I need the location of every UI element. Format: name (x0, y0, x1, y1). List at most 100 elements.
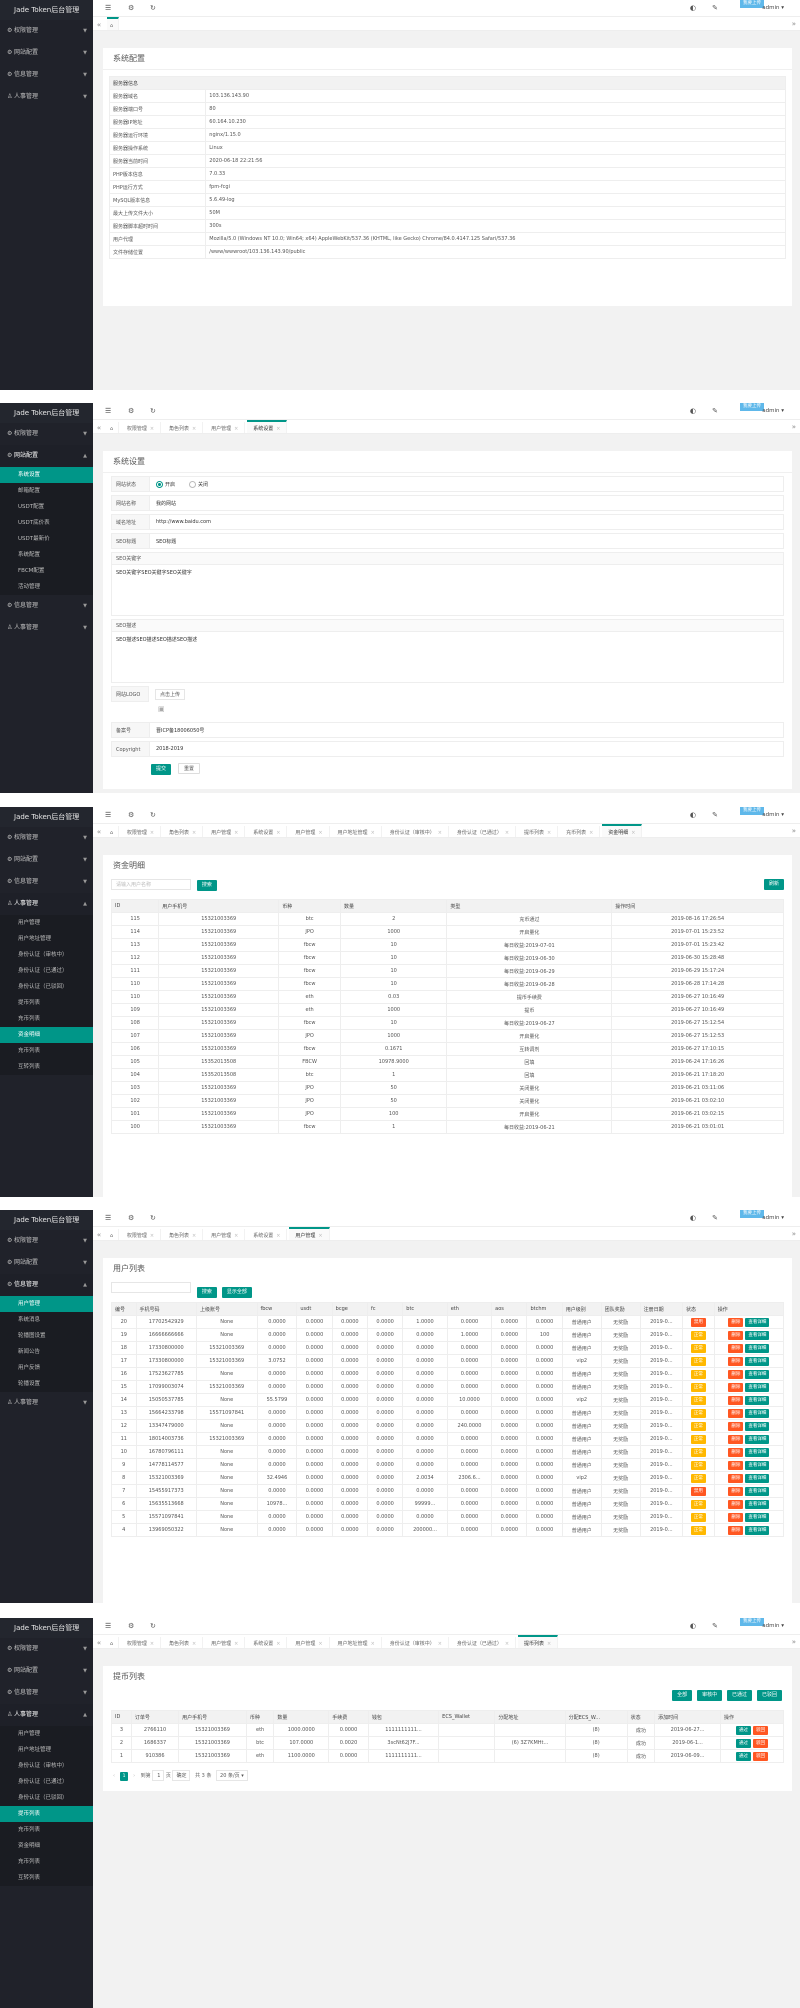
tab-users2[interactable]: 用户管理 × (289, 1227, 330, 1240)
gear-icon[interactable]: ⚙ (128, 1618, 134, 1635)
detail-button[interactable]: 查看详细 (745, 1460, 770, 1470)
search-input[interactable]: 请输入用户名称 (111, 879, 191, 890)
pass-button[interactable]: 通过 (736, 1738, 751, 1748)
column-header[interactable]: fbcw (256, 1302, 298, 1316)
status-button[interactable]: 正常 (690, 1343, 706, 1353)
submit-button[interactable]: 提交 (151, 764, 172, 775)
theme-icon[interactable]: ◐ (690, 807, 696, 824)
status-button[interactable]: 禁用 (690, 1486, 706, 1496)
refresh-icon[interactable]: ↻ (150, 1618, 156, 1635)
tabs-left-icon[interactable]: « (93, 825, 105, 837)
detail-button[interactable]: 查看详细 (745, 1382, 770, 1392)
status-button[interactable]: 正常 (690, 1525, 706, 1535)
detail-button[interactable]: 查看详细 (745, 1395, 770, 1405)
delete-button[interactable]: 删除 (728, 1369, 744, 1379)
user-menu[interactable]: admin ▾ (762, 403, 784, 420)
column-header[interactable]: 数量 (273, 1710, 330, 1724)
sidebar-subitem[interactable]: 系统消息 (0, 1312, 93, 1328)
detail-button[interactable]: 查看详细 (745, 1343, 770, 1353)
seo-title-row[interactable]: SEO标题 SEO标题 (111, 533, 784, 549)
sidebar-subitem[interactable]: 用户反馈 (0, 1360, 93, 1376)
pass-button[interactable]: 通过 (736, 1725, 751, 1735)
tab-perm[interactable]: 权限管理 × (121, 1229, 162, 1240)
menu-site[interactable]: ⚙ 网站配置 ▼ (0, 849, 93, 871)
status-button[interactable]: 正常 (690, 1369, 706, 1379)
tab-home[interactable]: ⌂ (107, 422, 119, 433)
pass-button[interactable]: 通过 (736, 1751, 751, 1761)
column-header[interactable]: btchm (526, 1302, 563, 1316)
menu-perm[interactable]: ⚙ 权限管理 ▼ (0, 20, 93, 42)
tabs-right-icon[interactable]: » (792, 420, 796, 433)
column-header[interactable]: 类型 (446, 899, 613, 913)
sidebar-subitem[interactable]: 互转列表 (0, 1870, 93, 1886)
tabs-left-icon[interactable]: « (93, 18, 105, 30)
reject-button[interactable]: 驳回 (753, 1738, 768, 1748)
column-header[interactable]: fc (366, 1302, 404, 1316)
icp-row[interactable]: 备案号 晋ICP备18006050号 (111, 722, 784, 738)
theme-icon[interactable]: ◐ (690, 1618, 696, 1635)
status-button[interactable]: 正常 (690, 1473, 706, 1483)
menu-site[interactable]: ⚙ 网站配置 ▼ (0, 1660, 93, 1682)
menu-people[interactable]: ♙ 人事管理 ▼ (0, 1392, 93, 1414)
column-header[interactable]: 手续费 (328, 1710, 369, 1724)
tabs-right-icon[interactable]: » (792, 17, 796, 30)
menu-site[interactable]: ⚙ 网站配置 ▼ (0, 42, 93, 64)
note-icon[interactable]: ✎ (712, 0, 718, 17)
note-icon[interactable]: ✎ (712, 1618, 718, 1635)
delete-button[interactable]: 删除 (728, 1421, 744, 1431)
delete-button[interactable]: 删除 (728, 1395, 744, 1405)
status-button[interactable]: 正常 (690, 1421, 706, 1431)
delete-button[interactable]: 删除 (728, 1499, 744, 1509)
copyright-row[interactable]: Copyright 2018-2019 (111, 741, 784, 757)
sidebar-subitem[interactable]: 轮播设置 (0, 1376, 93, 1392)
column-header[interactable]: 钱包 (367, 1710, 440, 1724)
page-input[interactable]: 1 (152, 1770, 165, 1781)
tabs-right-icon[interactable]: » (792, 1227, 796, 1240)
menu-toggle-icon[interactable]: ☰ (105, 0, 111, 17)
menu-site[interactable]: ⚙ 网站配置 ▲ (0, 445, 93, 467)
sidebar-subitem[interactable]: 系统配置 (0, 547, 93, 563)
tab-deposit[interactable]: 充币列表 × (560, 826, 601, 837)
tab-roles[interactable]: 角色列表 × (163, 422, 204, 433)
go-button[interactable]: 确定 (172, 1770, 191, 1781)
column-header[interactable]: bcge (331, 1302, 368, 1316)
column-header[interactable]: ECS_Wallet (438, 1710, 496, 1724)
menu-perm[interactable]: ⚙ 权限管理 ▼ (0, 1230, 93, 1252)
gear-icon[interactable]: ⚙ (128, 807, 134, 824)
status-button[interactable]: 正常 (690, 1434, 706, 1444)
tab-perm[interactable]: 权限管理 × (121, 1637, 162, 1648)
menu-perm[interactable]: ⚙ 权限管理 ▼ (0, 827, 93, 849)
filter-review-button[interactable]: 审核中 (697, 1690, 723, 1701)
sidebar-subitem[interactable]: 活动管理 (0, 579, 93, 595)
sidebar-subitem[interactable]: 身份认证（已驳回） (0, 979, 93, 995)
sidebar-subitem[interactable]: 身份认证（已通过） (0, 963, 93, 979)
refresh-icon[interactable]: ↻ (150, 0, 156, 17)
theme-icon[interactable]: ◐ (690, 0, 696, 17)
sidebar-subitem[interactable]: 资金明细 (0, 1838, 93, 1854)
tab-roles[interactable]: 角色列表 × (163, 1637, 204, 1648)
detail-button[interactable]: 查看详细 (745, 1408, 770, 1418)
menu-perm[interactable]: ⚙ 权限管理 ▼ (0, 423, 93, 445)
refresh-icon[interactable]: ↻ (150, 403, 156, 420)
sidebar-subitem[interactable]: 充币列表 (0, 1043, 93, 1059)
menu-people[interactable]: ♙ 人事管理 ▲ (0, 1704, 93, 1726)
detail-button[interactable]: 查看详细 (745, 1330, 770, 1340)
delete-button[interactable]: 删除 (728, 1343, 744, 1353)
search-button[interactable]: 搜索 (196, 880, 217, 891)
tab-withdraw[interactable]: 提币列表 × (518, 826, 559, 837)
column-header[interactable]: 币种 (278, 899, 342, 913)
column-header[interactable]: 币种 (245, 1710, 275, 1724)
sidebar-subitem[interactable]: 身份认证（已驳回） (0, 1790, 93, 1806)
prev-page-icon[interactable]: ‹ (113, 1773, 115, 1779)
delete-button[interactable]: 删除 (728, 1330, 744, 1340)
tab-perm[interactable]: 权限管理 × (121, 422, 162, 433)
tab-settings[interactable]: 系统设置 × (247, 420, 288, 433)
url-row[interactable]: 域名地址 http://www.baidu.com (111, 514, 784, 530)
menu-toggle-icon[interactable]: ☰ (105, 403, 111, 420)
column-header[interactable]: 操作 (713, 1302, 785, 1316)
name-row[interactable]: 网站名称 我的网站 (111, 495, 784, 511)
gear-icon[interactable]: ⚙ (128, 1210, 134, 1227)
status-button[interactable]: 正常 (690, 1512, 706, 1522)
menu-info[interactable]: ⚙ 信息管理 ▲ (0, 1274, 93, 1296)
delete-button[interactable]: 删除 (728, 1356, 744, 1366)
